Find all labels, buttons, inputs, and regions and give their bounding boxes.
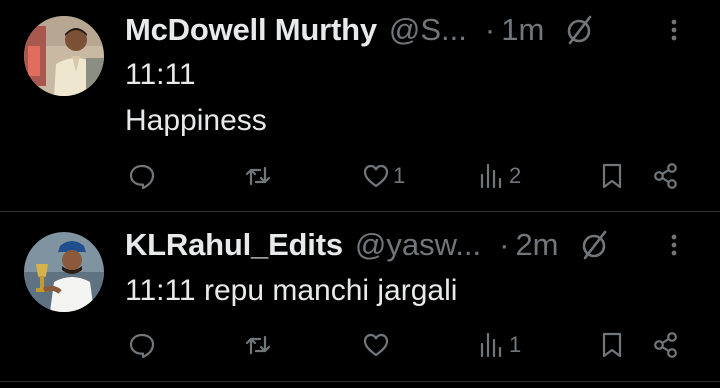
views-button[interactable]: 1 (477, 327, 521, 363)
timeline-feed: McDowell Murthy @S... · 1m 11:11 Happine… (0, 0, 720, 388)
tweet[interactable]: McDowell Murthy @S... · 1m 11:11 Happine… (0, 0, 720, 211)
repost-icon (245, 335, 271, 355)
views-count: 2 (509, 163, 522, 188)
like-count: 1 (393, 163, 406, 188)
tweet-header: McDowell Murthy @S... · 1m (125, 10, 696, 50)
display-name[interactable]: KLRahul_Edits (125, 227, 343, 263)
bookmark-icon (602, 332, 622, 358)
heart-icon (363, 333, 389, 357)
heart-icon (363, 164, 389, 188)
tweet-text: 11:11 Happiness (125, 52, 680, 144)
views-icon (480, 163, 502, 189)
separator-dot: · (499, 227, 510, 262)
share-button[interactable] (651, 327, 681, 363)
user-handle[interactable]: @yasw... (355, 227, 481, 263)
user-handle[interactable]: @S... (389, 12, 467, 48)
bookmark-button[interactable] (597, 158, 627, 194)
repost-icon (245, 166, 271, 186)
tweet-actions: 1 (125, 327, 695, 363)
more-icon[interactable] (662, 233, 686, 257)
repost-button[interactable] (243, 327, 275, 363)
tweet-text-line: 11:11 (125, 58, 196, 91)
reply-icon (129, 333, 155, 359)
separator-dot: · (484, 12, 496, 47)
tweet-actions: 1 2 (125, 158, 695, 194)
bookmark-button[interactable] (597, 327, 627, 363)
reply-button[interactable] (127, 327, 159, 363)
avatar[interactable] (24, 232, 104, 312)
views-count: 1 (509, 332, 522, 357)
share-button[interactable] (651, 158, 681, 194)
like-button[interactable] (361, 327, 393, 363)
timestamp[interactable]: 2m (515, 227, 558, 263)
bookmark-icon (602, 163, 622, 189)
reply-button[interactable] (127, 158, 159, 194)
more-icon[interactable] (662, 18, 686, 42)
views-icon (480, 332, 502, 358)
divider (0, 381, 720, 382)
avatar[interactable] (24, 16, 104, 96)
share-icon (654, 332, 677, 358)
muted-icon (567, 15, 592, 45)
tweet-text: 11:11 repu manchi jargali (125, 268, 680, 314)
display-name[interactable]: McDowell Murthy (125, 12, 377, 48)
tweet-text-line: 11:11 repu manchi jargali (125, 274, 458, 307)
repost-button[interactable] (243, 158, 275, 194)
tweet-header: KLRahul_Edits @yasw... · 2m (125, 225, 696, 265)
reply-icon (129, 164, 155, 190)
muted-icon (582, 230, 606, 260)
tweet[interactable]: KLRahul_Edits @yasw... · 2m 11:11 repu m… (0, 212, 720, 382)
share-icon (654, 163, 677, 189)
tweet-text-line: Happiness (125, 104, 267, 137)
views-button[interactable]: 2 (477, 158, 521, 194)
timestamp[interactable]: 1m (501, 12, 544, 48)
like-button[interactable]: 1 (361, 158, 405, 194)
